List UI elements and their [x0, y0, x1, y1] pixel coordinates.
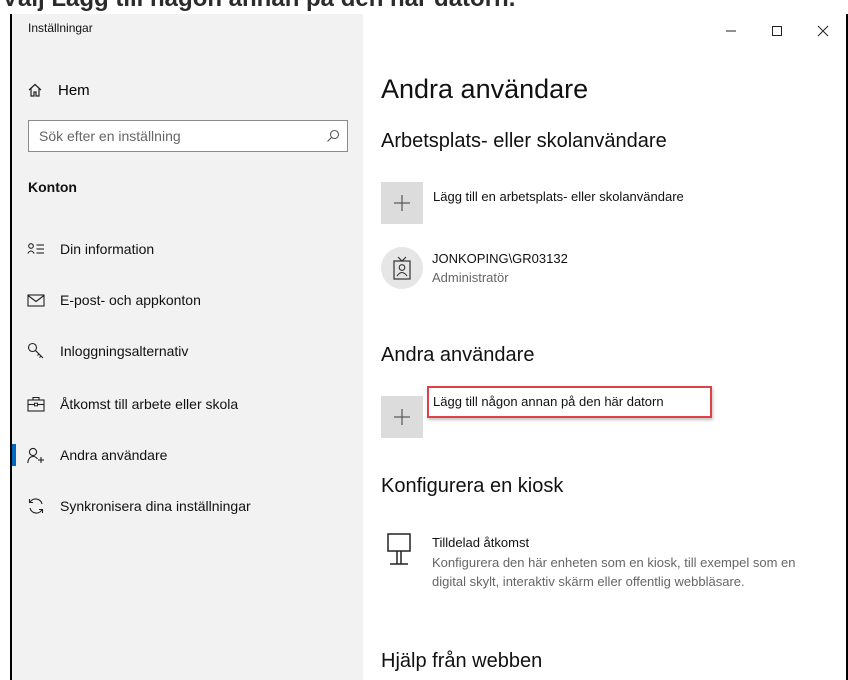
minimize-button[interactable] — [708, 14, 754, 48]
heading-help-web: Hjälp från webben — [381, 650, 543, 672]
sidebar-item-synkronisera[interactable]: Synkronisera dina inställningar — [12, 486, 363, 526]
sync-icon — [26, 496, 46, 516]
avatar[interactable] — [381, 247, 423, 289]
key-icon — [26, 341, 46, 361]
sidebar-item-label: Andra användare — [60, 447, 168, 463]
sidebar-item-label: Åtkomst till arbete eller skola — [60, 396, 239, 412]
home-icon — [22, 80, 48, 100]
sidebar-item-label: Synkronisera dina inställningar — [60, 498, 251, 514]
person-add-icon — [26, 445, 46, 465]
kiosk-monitor-icon — [385, 532, 415, 572]
close-icon — [817, 25, 829, 37]
sidebar-item-label: Din information — [60, 241, 155, 257]
highlight-box — [427, 386, 712, 418]
maximize-icon — [772, 26, 782, 36]
sidebar-item-e-post[interactable]: E-post- och appkonton — [12, 280, 363, 320]
assigned-access-link[interactable]: Tilldelad åtkomst — [432, 535, 529, 550]
plus-icon — [394, 195, 410, 211]
settings-window: Inställningar Hem Konton Din information — [10, 14, 848, 680]
cropped-caption: Välj Lägg till någon annan på den här da… — [0, 0, 848, 14]
section-label-konton: Konton — [28, 179, 77, 195]
minimize-icon — [726, 30, 736, 32]
briefcase-icon — [26, 394, 46, 414]
assigned-access-description: Konfigurera den här enheten som en kiosk… — [432, 555, 796, 589]
plus-icon — [394, 409, 410, 425]
badge-user-icon — [393, 256, 411, 280]
nav-home-label: Hem — [58, 81, 90, 99]
user-name[interactable]: JONKOPING\GR03132 — [432, 251, 568, 266]
page-title: Andra användare — [381, 74, 589, 104]
mail-icon — [26, 290, 46, 310]
maximize-button[interactable] — [754, 14, 800, 48]
heading-work-users: Arbetsplats- eller skolanvändare — [381, 130, 667, 152]
user-role: Administratör — [432, 270, 509, 285]
sidebar-item-inloggning[interactable]: Inloggningsalternativ — [12, 331, 363, 371]
sidebar-item-andra-anvandare[interactable]: Andra användare — [12, 435, 363, 475]
heading-kiosk: Konfigurera en kiosk — [381, 475, 564, 497]
sidebar-item-din-information[interactable]: Din information — [12, 229, 363, 269]
search-icon[interactable] — [319, 121, 347, 151]
close-button[interactable] — [800, 14, 846, 48]
sidebar: Inställningar Hem Konton Din information — [12, 14, 363, 680]
search-input[interactable] — [29, 120, 319, 152]
person-card-icon — [26, 239, 46, 259]
search-box[interactable] — [28, 120, 348, 152]
main-content: Andra användare Arbetsplats- eller skola… — [363, 14, 846, 680]
caption-text: Välj Lägg till någon annan på den här da… — [2, 0, 515, 13]
sidebar-item-label: Inloggningsalternativ — [60, 343, 189, 359]
heading-other-users: Andra användare — [381, 344, 535, 366]
sidebar-item-atkomst[interactable]: Åtkomst till arbete eller skola — [12, 384, 363, 424]
sidebar-item-label: E-post- och appkonton — [60, 292, 201, 308]
app-title: Inställningar — [28, 21, 93, 35]
add-work-user-button[interactable] — [381, 182, 423, 224]
add-other-user-button[interactable] — [381, 396, 423, 438]
add-work-user-link[interactable]: Lägg till en arbetsplats- eller skolanvä… — [433, 189, 684, 204]
nav-home[interactable]: Hem — [22, 76, 342, 104]
window-controls — [708, 14, 846, 48]
